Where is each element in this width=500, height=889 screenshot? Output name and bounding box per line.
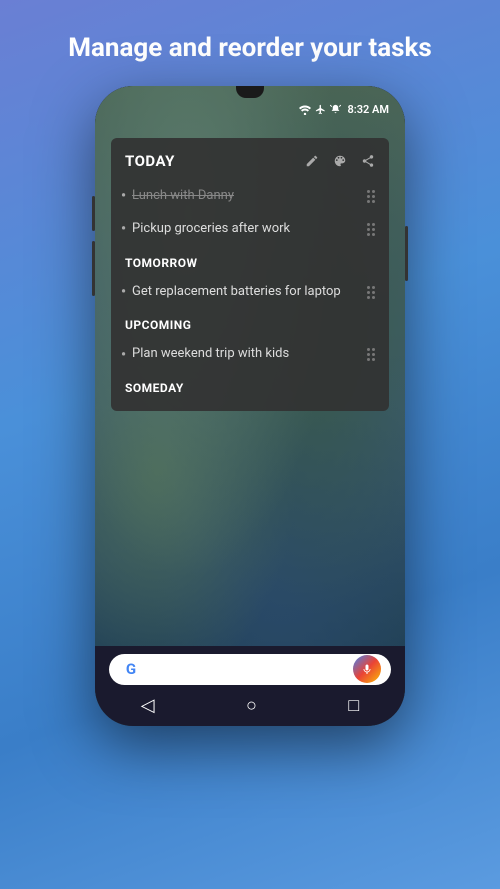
task-bullet: • (121, 222, 126, 236)
task-text-lunch: Lunch with Danny (132, 188, 234, 205)
task-item-groceries[interactable]: • Pickup groceries after work (111, 213, 389, 246)
alarm-icon (330, 104, 341, 115)
volume-up-button (92, 196, 95, 231)
section-label-upcoming: UPCOMING (111, 308, 389, 338)
edit-icon[interactable] (305, 154, 319, 168)
task-item-batteries[interactable]: • Get replacement batteries for laptop (111, 276, 389, 309)
card-actions (305, 154, 375, 168)
phone-mockup: 8:32 AM TODAY (95, 86, 405, 726)
card-title: TODAY (125, 152, 175, 170)
google-logo: G (119, 657, 143, 681)
phone-screen: 8:32 AM TODAY (95, 86, 405, 726)
status-icons: 8:32 AM (299, 103, 389, 116)
task-text-trip: Plan weekend trip with kids (132, 346, 289, 363)
recent-button[interactable]: □ (338, 691, 369, 720)
phone-frame: 8:32 AM TODAY (95, 86, 405, 726)
task-bullet: • (121, 285, 126, 299)
card-header: TODAY (111, 138, 389, 180)
task-bullet: • (121, 189, 126, 203)
drag-handle[interactable] (367, 223, 375, 236)
nav-buttons: ◁ ○ □ (95, 691, 405, 726)
drag-handle[interactable] (367, 190, 375, 203)
task-left: • Pickup groceries after work (121, 221, 367, 238)
drag-handle[interactable] (367, 286, 375, 299)
airplane-icon (315, 104, 326, 115)
search-bar[interactable]: G (109, 654, 391, 685)
nav-bar: G ◁ ○ □ (95, 646, 405, 726)
power-button (405, 226, 408, 281)
section-label-tomorrow: TOMORROW (111, 246, 389, 276)
task-item-lunch[interactable]: • Lunch with Danny (111, 180, 389, 213)
page-header: Manage and reorder your tasks (38, 0, 461, 86)
task-left: • Plan weekend trip with kids (121, 346, 367, 363)
status-bar: 8:32 AM (95, 100, 405, 120)
volume-down-button (92, 241, 95, 296)
task-item-trip[interactable]: • Plan weekend trip with kids (111, 338, 389, 371)
home-button[interactable]: ○ (236, 691, 267, 720)
section-label-someday: SOMEDAY (111, 371, 389, 401)
task-left: • Get replacement batteries for laptop (121, 284, 367, 301)
status-time: 8:32 AM (347, 103, 389, 116)
palette-icon[interactable] (333, 154, 347, 168)
task-card: TODAY (111, 138, 389, 412)
task-text-groceries: Pickup groceries after work (132, 221, 290, 238)
task-text-batteries: Get replacement batteries for laptop (132, 284, 341, 301)
header-title: Manage and reorder your tasks (38, 0, 461, 86)
google-mic-icon[interactable] (353, 655, 381, 683)
task-left: • Lunch with Danny (121, 188, 367, 205)
wifi-icon (299, 105, 311, 115)
drag-handle[interactable] (367, 348, 375, 361)
task-bullet: • (121, 348, 126, 362)
share-icon[interactable] (361, 154, 375, 168)
back-button[interactable]: ◁ (131, 691, 165, 720)
